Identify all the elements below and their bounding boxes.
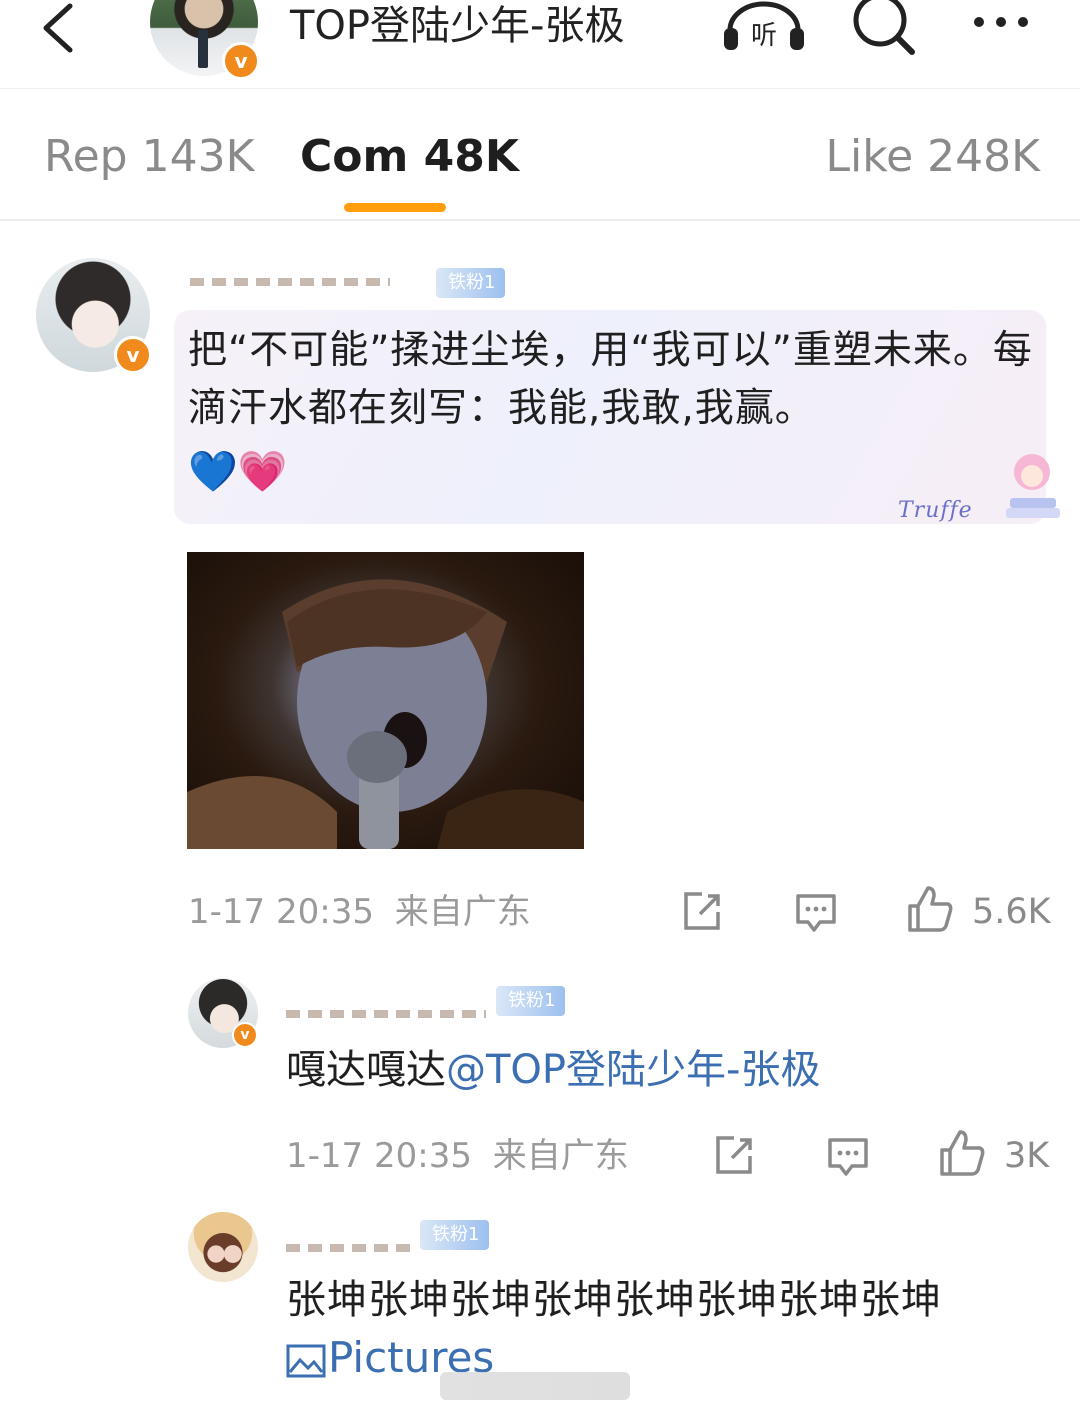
- comment-icon[interactable]: [794, 890, 838, 934]
- comment-time: 1-17 20:35: [188, 892, 374, 932]
- reply-username-redacted[interactable]: [286, 1010, 486, 1018]
- like-thumb-icon[interactable]: [938, 1128, 986, 1178]
- reply-mention-link[interactable]: @TOP登陆少年-张极: [446, 1047, 820, 1093]
- header-avatar[interactable]: v: [150, 0, 260, 80]
- blue-heart-emoji: 💙: [188, 449, 238, 495]
- fan-level-badge: 铁粉1: [420, 1220, 490, 1250]
- reply-text: 嘎达嘎达@TOP登陆少年-张极: [286, 1040, 820, 1100]
- fan-level-badge: 铁粉1: [436, 268, 506, 298]
- fan-level-badge: 铁粉1: [496, 986, 566, 1016]
- commenter-avatar[interactable]: v: [36, 258, 152, 374]
- back-button[interactable]: [30, 0, 90, 60]
- tab-comments[interactable]: Com 48K: [300, 129, 519, 185]
- verified-badge-icon: v: [222, 42, 260, 80]
- comment-emoji: 💙💗: [188, 446, 288, 498]
- singer-photo: [187, 579, 584, 849]
- watermark-overlay: [440, 1372, 630, 1400]
- bubble-signature: Truffe: [898, 498, 973, 523]
- reply-body: 嘎达嘎达: [286, 1047, 446, 1093]
- tab-bar: Rep 143K Com 48K Like 248K: [0, 88, 1080, 221]
- more-dots-icon: [974, 17, 1028, 27]
- listen-label: 听: [751, 21, 777, 51]
- pink-heart-emoji: 💗: [237, 449, 288, 495]
- comment-meta: 1-17 20:35 来自广东: [188, 890, 531, 934]
- comment-icon[interactable]: [826, 1134, 870, 1178]
- reply-username-redacted[interactable]: [286, 1244, 416, 1252]
- listen-button[interactable]: 听: [722, 0, 806, 54]
- verified-badge-icon: v: [114, 336, 152, 374]
- bubble-sticker-icon: [1006, 454, 1060, 518]
- tab-likes[interactable]: Like 248K: [825, 129, 1040, 185]
- active-tab-indicator: [344, 203, 446, 212]
- search-icon: [853, 0, 915, 55]
- page-title: TOP登陆少年-张极: [290, 3, 625, 49]
- reply-text: 张坤张坤张坤张坤张坤张坤张坤张坤: [286, 1277, 942, 1323]
- more-button[interactable]: [965, 2, 1037, 42]
- tab-reposts[interactable]: Rep 143K: [44, 129, 254, 185]
- commenter-username-redacted[interactable]: [190, 278, 390, 286]
- comment-text: 把“不可能”揉进尘埃，用“我可以”重塑未来。每滴汗水都在刻写：我能,我敢,我赢。: [188, 328, 1033, 431]
- top-bar: v TOP登陆少年-张极 听: [0, 0, 1080, 88]
- reply-time: 1-17 20:35: [286, 1136, 472, 1176]
- share-icon[interactable]: [680, 890, 724, 934]
- comment-photo[interactable]: [187, 552, 584, 849]
- reply-meta: 1-17 20:35 来自广东: [286, 1134, 629, 1178]
- listen-headphones-icon: 听: [724, 1, 804, 51]
- picture-icon: [286, 1344, 326, 1377]
- like-thumb-icon[interactable]: [906, 884, 954, 934]
- like-count: 5.6K: [972, 892, 1051, 932]
- verified-badge-icon: v: [232, 1022, 258, 1048]
- search-button[interactable]: [850, 0, 920, 56]
- comment-location: 来自广东: [394, 892, 531, 932]
- reply-avatar[interactable]: v: [188, 978, 258, 1048]
- back-arrow-icon: [43, 3, 73, 53]
- reply-avatar[interactable]: [188, 1212, 258, 1282]
- share-icon[interactable]: [712, 1134, 756, 1178]
- like-count: 3K: [1004, 1136, 1050, 1176]
- avatar-tie: [198, 30, 208, 68]
- reply-location: 来自广东: [492, 1136, 629, 1176]
